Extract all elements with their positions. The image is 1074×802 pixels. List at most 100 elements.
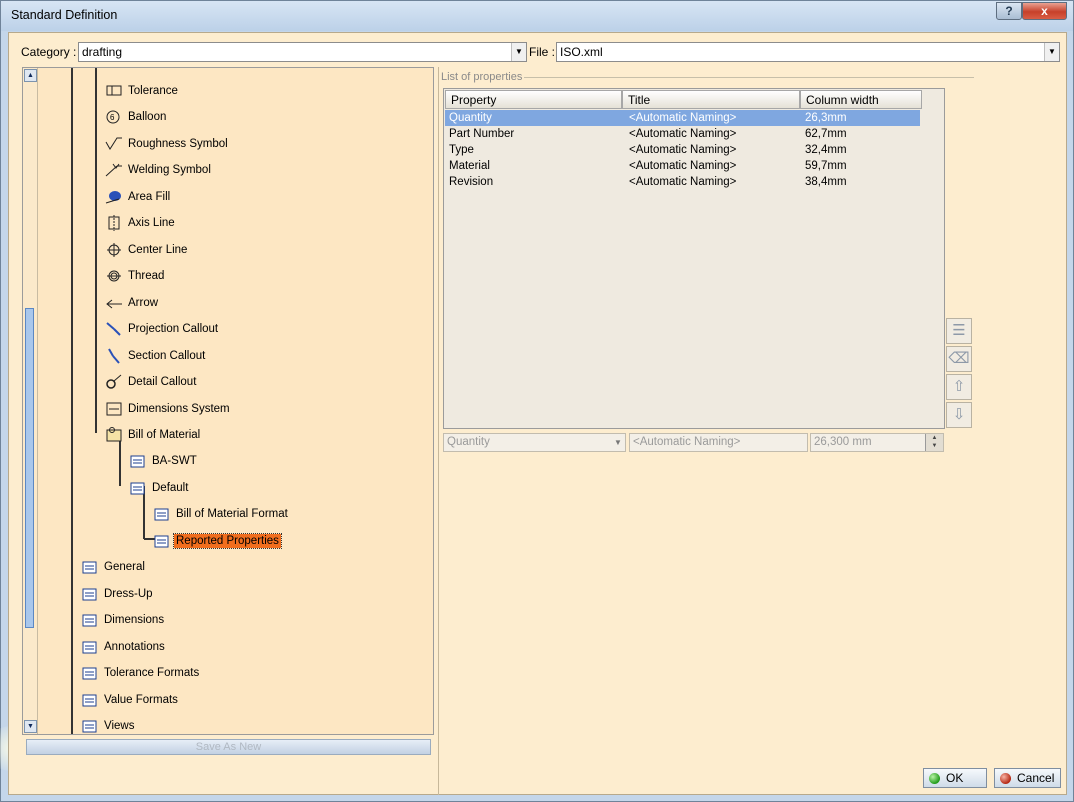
group-separator — [524, 77, 974, 78]
erase-button[interactable]: ⌫ — [946, 346, 972, 372]
tree-item-roughness-symbol[interactable]: Roughness Symbol — [105, 133, 230, 153]
tree-item-welding-symbol[interactable]: Welding Symbol — [105, 159, 213, 179]
table-header: Property Title Column width — [445, 90, 922, 109]
tree-item-views[interactable]: Views — [81, 715, 136, 734]
folder-icon — [153, 533, 171, 549]
column-width-field[interactable]: 26,300 mm ▲ ▼ — [810, 433, 944, 452]
save-as-new-button[interactable]: Save As New — [26, 739, 431, 755]
close-button[interactable]: x — [1022, 2, 1067, 20]
ok-button-label: OK — [946, 771, 964, 785]
tree-item-ba-swt[interactable]: BA-SWT — [129, 450, 199, 470]
tree-item-annotations[interactable]: Annotations — [81, 636, 167, 656]
svg-text:6: 6 — [110, 113, 115, 122]
tree-item-arrow[interactable]: Arrow — [105, 292, 160, 312]
tree-item-detail-callout[interactable]: Detail Callout — [105, 371, 198, 391]
folder-icon — [81, 665, 99, 681]
folder-icon — [81, 612, 99, 628]
column-header-property[interactable]: Property — [445, 90, 622, 109]
title-field-value: <Automatic Naming> — [633, 436, 741, 448]
panel-divider[interactable] — [438, 67, 439, 795]
welding-symbol-icon — [105, 162, 123, 178]
center-line-icon — [105, 242, 123, 258]
file-value: ISO.xml — [560, 45, 603, 59]
tree-item-bill-of-material[interactable]: Bill of Material — [105, 424, 202, 444]
properties-table[interactable]: Property Title Column width Quantity <Au… — [443, 88, 945, 429]
roughness-symbol-icon — [105, 136, 123, 152]
tree-item-dress-up[interactable]: Dress-Up — [81, 583, 155, 603]
scroll-down-icon[interactable]: ▼ — [24, 720, 37, 733]
bill-of-material-icon — [105, 426, 123, 443]
insert-rows-icon: ☰ — [952, 322, 966, 339]
dimensions-system-icon — [105, 401, 123, 417]
chevron-down-icon[interactable]: ▼ — [1044, 43, 1059, 61]
title-field[interactable]: <Automatic Naming> — [629, 433, 808, 452]
axis-line-icon — [105, 214, 123, 231]
tree-item-reported-properties[interactable]: Reported Properties — [153, 530, 282, 550]
folder-icon — [81, 692, 99, 708]
table-row[interactable]: Part Number <Automatic Naming> 62,7mm — [445, 126, 920, 142]
tree-item-dimensions-system[interactable]: Dimensions System — [105, 398, 232, 418]
tree-connector-lines — [71, 68, 159, 734]
tree-item-value-formats[interactable]: Value Formats — [81, 689, 180, 709]
tree-scrollbar[interactable]: ▲ ▼ — [23, 68, 38, 734]
tolerance-icon — [105, 83, 123, 99]
tree-item-bill-of-material-format[interactable]: Bill of Material Format — [153, 503, 290, 523]
chevron-down-icon[interactable]: ▼ — [611, 434, 625, 451]
file-dropdown[interactable]: ISO.xml ▼ — [556, 42, 1060, 62]
tree-item-balloon[interactable]: 6 Balloon — [105, 106, 168, 126]
arrow-down-icon: ⇩ — [952, 406, 966, 423]
arrow-up-icon: ⇧ — [952, 378, 966, 395]
dialog-window: Standard Definition ? x Category : draft… — [0, 0, 1074, 802]
move-down-button[interactable]: ⇩ — [946, 402, 972, 428]
tree-item-general[interactable]: General — [81, 556, 147, 576]
tree-item-area-fill[interactable]: Area Fill — [105, 186, 172, 206]
column-width-value: 26,300 mm — [814, 436, 872, 448]
tree-item-thread[interactable]: Thread — [105, 265, 166, 285]
tree-item-default[interactable]: Default — [129, 477, 190, 497]
table-row[interactable]: Type <Automatic Naming> 32,4mm — [445, 142, 920, 158]
tree-item-tolerance[interactable]: Tolerance — [105, 80, 180, 100]
property-select[interactable]: Quantity ▼ — [443, 433, 626, 452]
chevron-down-icon[interactable]: ▼ — [511, 43, 526, 61]
cancel-button-label: Cancel — [1017, 771, 1055, 785]
add-property-button[interactable]: ☰ — [946, 318, 972, 344]
category-value: drafting — [82, 45, 123, 59]
window-title: Standard Definition — [11, 8, 118, 22]
dialog-client-area: Category : drafting ▼ File : ISO.xml ▼ ▲… — [8, 32, 1067, 795]
tree-item-dimensions[interactable]: Dimensions — [81, 609, 166, 629]
scroll-thumb[interactable] — [25, 308, 34, 628]
tree-item-tolerance-formats[interactable]: Tolerance Formats — [81, 662, 201, 682]
folder-icon — [129, 453, 147, 469]
ok-status-icon — [929, 773, 940, 784]
move-up-button[interactable]: ⇧ — [946, 374, 972, 400]
cancel-button[interactable]: Cancel — [994, 768, 1061, 788]
table-row[interactable]: Revision <Automatic Naming> 38,4mm — [445, 174, 920, 190]
folder-icon — [81, 586, 99, 602]
tree-panel: ▲ ▼ Tolerance 6Balloon Roughness Symbol — [22, 67, 434, 735]
category-label: Category : — [21, 45, 77, 59]
section-callout-icon — [105, 348, 123, 364]
eraser-icon: ⌫ — [948, 350, 970, 367]
table-row[interactable]: Quantity <Automatic Naming> 26,3mm — [445, 110, 920, 126]
column-header-title[interactable]: Title — [622, 90, 800, 109]
tree-item-center-line[interactable]: Center Line — [105, 239, 189, 259]
arrow-icon — [105, 295, 123, 311]
column-header-column-width[interactable]: Column width — [800, 90, 922, 109]
ok-button[interactable]: OK — [923, 768, 987, 788]
category-dropdown[interactable]: drafting ▼ — [78, 42, 527, 62]
property-select-value: Quantity — [447, 436, 490, 448]
projection-callout-icon — [105, 321, 123, 337]
scroll-up-icon[interactable]: ▲ — [24, 69, 37, 82]
folder-icon — [129, 480, 147, 496]
tree-item-axis-line[interactable]: Axis Line — [105, 212, 177, 232]
help-button[interactable]: ? — [996, 2, 1022, 20]
title-bar: Standard Definition ? x — [1, 1, 1073, 31]
tree-item-projection-callout[interactable]: Projection Callout — [105, 318, 220, 338]
tree-item-section-callout[interactable]: Section Callout — [105, 345, 207, 365]
balloon-icon: 6 — [105, 109, 123, 125]
table-row[interactable]: Material <Automatic Naming> 59,7mm — [445, 158, 920, 174]
list-of-properties-label: List of properties — [441, 71, 523, 83]
spinner-icon[interactable]: ▲ ▼ — [925, 434, 943, 451]
area-fill-icon — [105, 189, 123, 205]
folder-icon — [153, 506, 171, 522]
